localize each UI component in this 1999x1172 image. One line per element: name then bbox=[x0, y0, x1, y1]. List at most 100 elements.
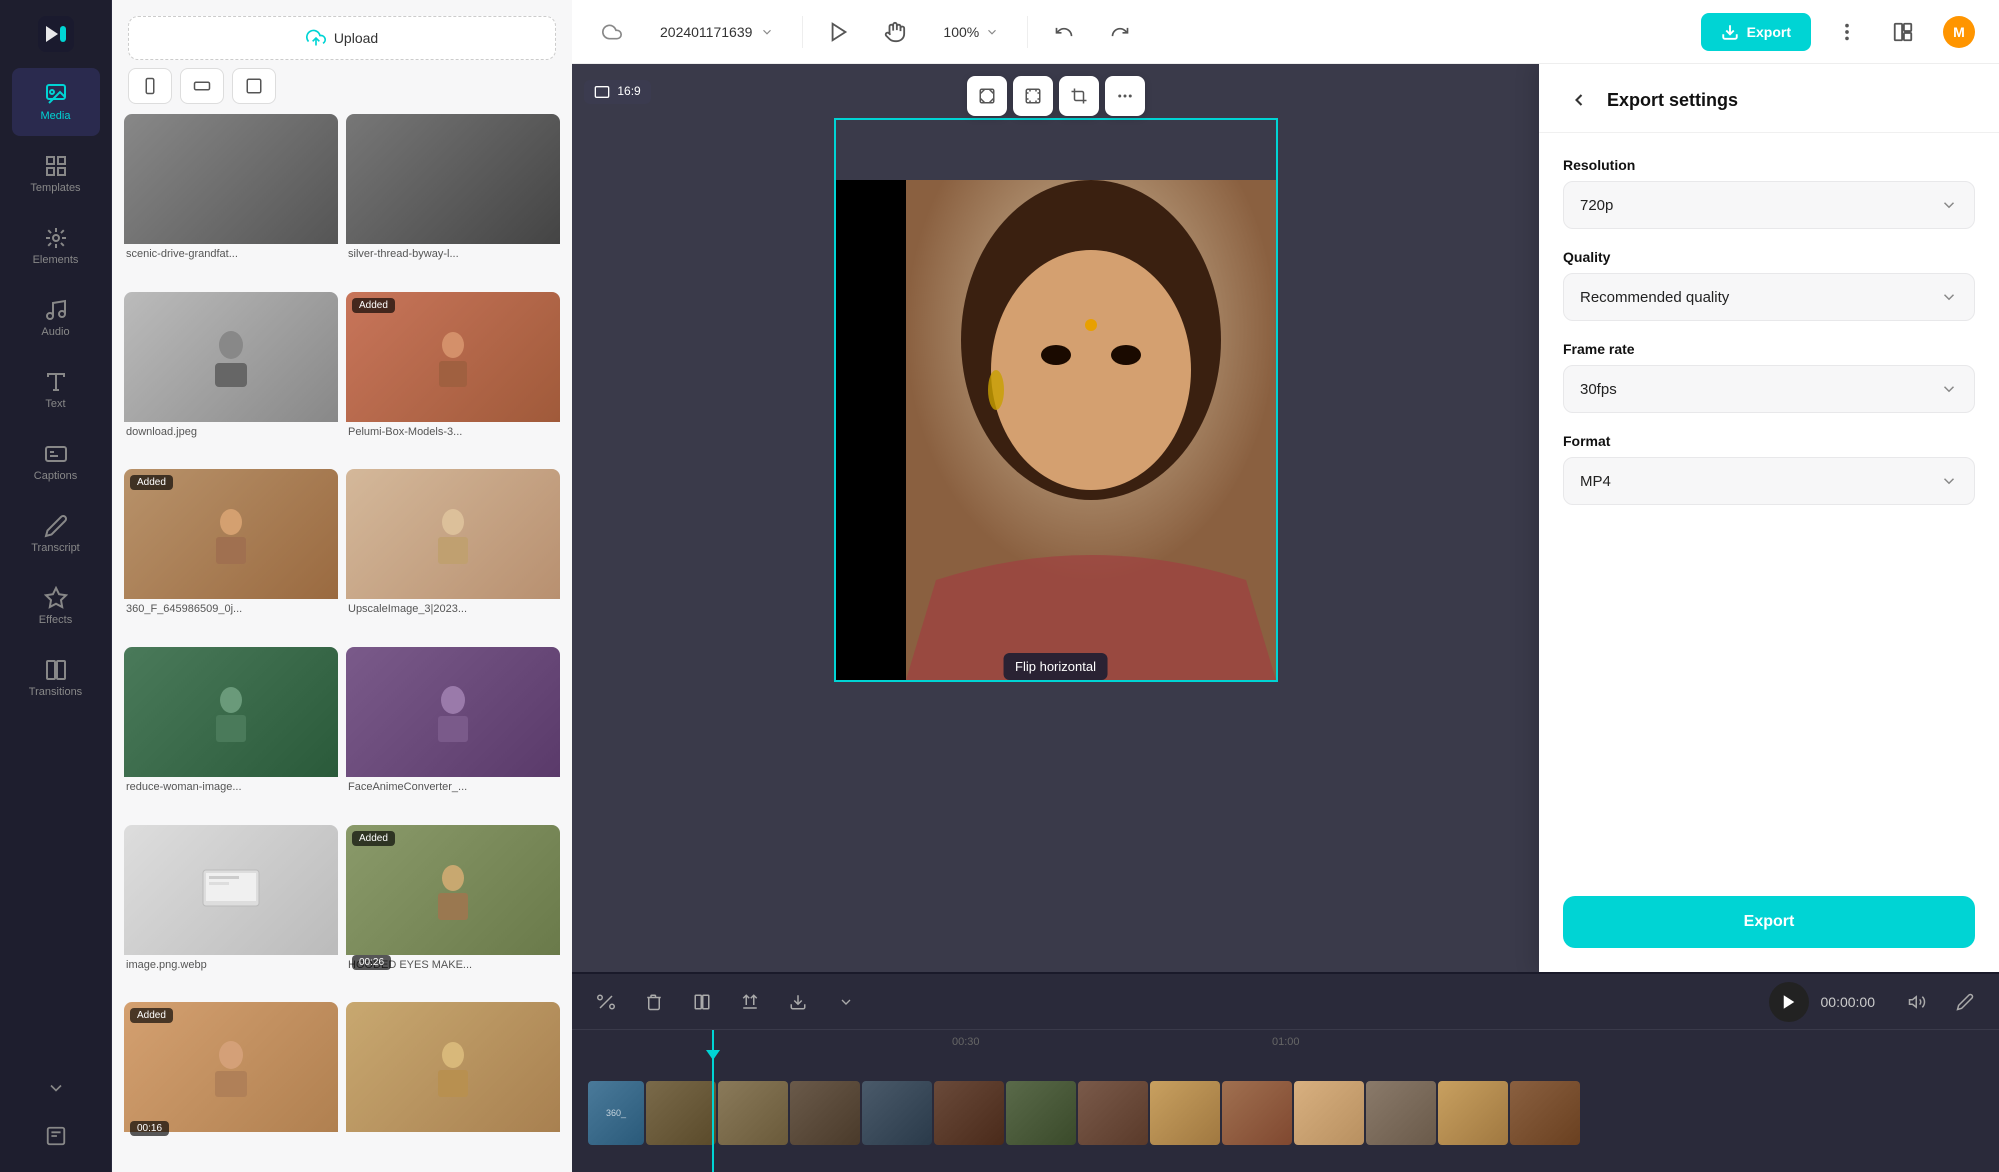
timeline-clip[interactable] bbox=[790, 1081, 860, 1145]
chevron-down-icon[interactable] bbox=[828, 984, 864, 1020]
ratio-badge: 16:9 bbox=[584, 80, 651, 104]
upload-button[interactable]: Upload bbox=[128, 16, 556, 60]
timeline-clip[interactable] bbox=[646, 1081, 716, 1145]
export-button[interactable]: Export bbox=[1701, 13, 1811, 51]
sidebar-item-templates[interactable]: Templates bbox=[12, 140, 100, 208]
fit-tool-icon[interactable] bbox=[1013, 76, 1053, 116]
cloud-icon bbox=[592, 12, 632, 52]
duration-badge: 00:26 bbox=[352, 955, 391, 970]
svg-text:M: M bbox=[1953, 24, 1965, 40]
zoom-control[interactable]: 100% bbox=[931, 18, 1011, 46]
framerate-label: Frame rate bbox=[1563, 341, 1975, 357]
trim-icon[interactable] bbox=[588, 984, 624, 1020]
sidebar-collapse-btn[interactable] bbox=[12, 1068, 100, 1108]
list-item[interactable]: reduce-woman-image... bbox=[124, 647, 338, 817]
hand-tool-icon[interactable] bbox=[875, 12, 915, 52]
sidebar-item-label: Media bbox=[41, 110, 71, 122]
media-item-label: scenic-drive-grandfat... bbox=[124, 244, 338, 260]
view-toggles bbox=[112, 68, 572, 114]
sidebar-item-elements[interactable]: Elements bbox=[12, 212, 100, 280]
video-canvas bbox=[836, 180, 1276, 680]
sidebar-item-transcript[interactable]: Transcript bbox=[12, 500, 100, 568]
timeline-clip[interactable] bbox=[862, 1081, 932, 1145]
sidebar-bottom-item[interactable] bbox=[12, 1112, 100, 1160]
list-item[interactable]: UpscaleImage_3|2023... bbox=[346, 469, 560, 639]
format-value: MP4 bbox=[1580, 473, 1611, 490]
timeline-clip[interactable] bbox=[1222, 1081, 1292, 1145]
pencil-icon[interactable] bbox=[1947, 984, 1983, 1020]
app-logo bbox=[34, 12, 78, 56]
time-marker-60: 01:00 bbox=[1272, 1036, 1300, 1048]
layout-icon[interactable] bbox=[1883, 12, 1923, 52]
list-item[interactable]: FaceAnimeConverter_... bbox=[346, 647, 560, 817]
list-item[interactable]: Added 00:26 HOODED EYES MAKE... bbox=[346, 825, 560, 995]
added-badge: Added bbox=[352, 831, 395, 846]
list-item[interactable]: download.jpeg bbox=[124, 292, 338, 462]
duration-badge: 00:16 bbox=[130, 1121, 169, 1136]
more-options-icon[interactable] bbox=[1827, 12, 1867, 52]
sidebar-item-text[interactable]: Text bbox=[12, 356, 100, 424]
timeline: 00:00:00 00:30 01:00 bbox=[572, 972, 1999, 1172]
play-icon[interactable] bbox=[819, 12, 859, 52]
timeline-clip[interactable] bbox=[1150, 1081, 1220, 1145]
zoom-value: 100% bbox=[943, 24, 979, 40]
media-item-label: Pelumi-Box-Models-3... bbox=[346, 422, 560, 438]
scale-tool-icon[interactable] bbox=[967, 76, 1007, 116]
delete-icon[interactable] bbox=[636, 984, 672, 1020]
format-setting: Format MP4 bbox=[1563, 433, 1975, 505]
view-portrait-btn[interactable] bbox=[128, 68, 172, 104]
media-item-label: download.jpeg bbox=[124, 422, 338, 438]
flip-icon[interactable] bbox=[732, 984, 768, 1020]
format-dropdown[interactable]: MP4 bbox=[1563, 457, 1975, 505]
list-item[interactable]: image.png.webp bbox=[124, 825, 338, 995]
split-icon[interactable] bbox=[684, 984, 720, 1020]
timeline-clip[interactable] bbox=[934, 1081, 1004, 1145]
timeline-clip[interactable] bbox=[1294, 1081, 1364, 1145]
added-badge: Added bbox=[130, 475, 173, 490]
quality-dropdown[interactable]: Recommended quality bbox=[1563, 273, 1975, 321]
export-btn-label: Export bbox=[1747, 24, 1791, 40]
list-item[interactable]: silver-thread-byway-l... bbox=[346, 114, 560, 284]
crop-tool-icon[interactable] bbox=[1059, 76, 1099, 116]
list-item[interactable] bbox=[346, 1002, 560, 1160]
sidebar-item-label: Transcript bbox=[31, 542, 80, 554]
sidebar-item-label: Captions bbox=[34, 470, 77, 482]
project-name-btn[interactable]: 202401171639 bbox=[648, 18, 786, 46]
view-square-btn[interactable] bbox=[232, 68, 276, 104]
project-id: 202401171639 bbox=[660, 24, 752, 40]
sidebar-item-media[interactable]: Media bbox=[12, 68, 100, 136]
list-item[interactable]: Added 360_F_645986509_0j... bbox=[124, 469, 338, 639]
list-item[interactable]: scenic-drive-grandfat... bbox=[124, 114, 338, 284]
redo-icon[interactable] bbox=[1100, 12, 1140, 52]
resolution-dropdown[interactable]: 720p bbox=[1563, 181, 1975, 229]
list-item[interactable]: Added Pelumi-Box-Models-3... bbox=[346, 292, 560, 462]
sidebar-item-transitions[interactable]: Transitions bbox=[12, 644, 100, 712]
audio-mix-icon[interactable] bbox=[1899, 984, 1935, 1020]
export-action-button[interactable]: Export bbox=[1563, 896, 1975, 948]
timeline-clip[interactable] bbox=[718, 1081, 788, 1145]
export-panel-title: Export settings bbox=[1607, 90, 1738, 111]
timeline-clip[interactable] bbox=[1510, 1081, 1580, 1145]
export-back-button[interactable] bbox=[1563, 84, 1595, 116]
media-item-label: FaceAnimeConverter_... bbox=[346, 777, 560, 793]
framerate-dropdown[interactable]: 30fps bbox=[1563, 365, 1975, 413]
sidebar-item-label: Templates bbox=[30, 182, 80, 194]
view-landscape-btn[interactable] bbox=[180, 68, 224, 104]
top-bar: 202401171639 100% Export bbox=[572, 0, 1999, 64]
media-item-label: image.png.webp bbox=[124, 955, 338, 971]
sidebar-item-audio[interactable]: Audio bbox=[12, 284, 100, 352]
timeline-clip[interactable] bbox=[1438, 1081, 1508, 1145]
sidebar-item-effects[interactable]: Effects bbox=[12, 572, 100, 640]
undo-icon[interactable] bbox=[1044, 12, 1084, 52]
list-item[interactable]: Added 00:16 bbox=[124, 1002, 338, 1160]
timeline-clip[interactable] bbox=[1006, 1081, 1076, 1145]
more-canvas-tool-icon[interactable] bbox=[1105, 76, 1145, 116]
timeline-clip[interactable]: 360_ bbox=[588, 1081, 644, 1145]
timeline-clip[interactable] bbox=[1366, 1081, 1436, 1145]
download-icon[interactable] bbox=[780, 984, 816, 1020]
sidebar-item-label: Elements bbox=[33, 254, 79, 266]
play-button[interactable] bbox=[1769, 982, 1809, 1022]
timeline-clip[interactable] bbox=[1078, 1081, 1148, 1145]
sidebar-item-captions[interactable]: Captions bbox=[12, 428, 100, 496]
divider bbox=[802, 16, 803, 48]
